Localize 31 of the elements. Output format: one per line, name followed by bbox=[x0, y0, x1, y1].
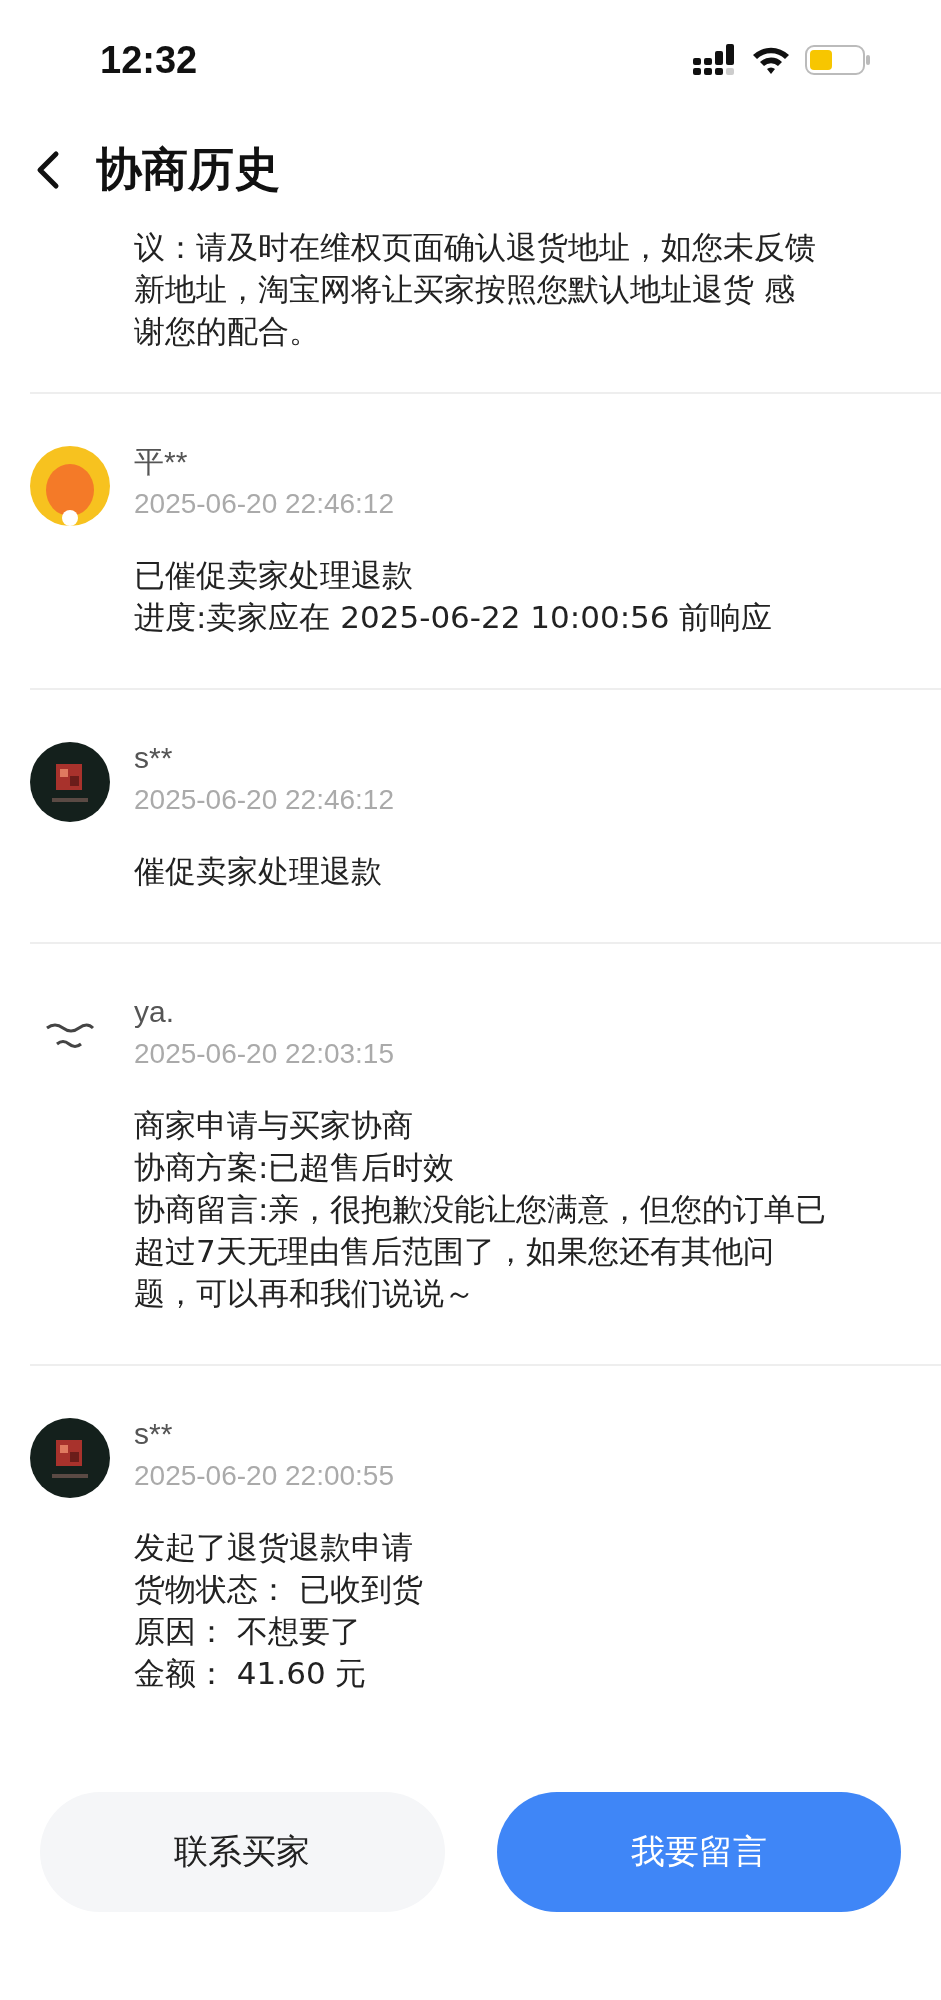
user-name: s** bbox=[134, 1416, 174, 1452]
message-text: 协商方案:已超售后时效 bbox=[134, 1148, 456, 1187]
timestamp: 2025-06-20 22:03:15 bbox=[134, 1037, 395, 1071]
message-text: 已催促卖家处理退款 bbox=[134, 556, 414, 595]
leave-message-button[interactable]: 我要留言 bbox=[496, 1792, 901, 1912]
signal-icon bbox=[693, 44, 737, 76]
message-text: 货物状态： 已收到货 bbox=[134, 1570, 423, 1609]
clock: 12:32 bbox=[100, 38, 198, 82]
back-icon[interactable] bbox=[36, 150, 60, 190]
message-text: 新地址，淘宝网将让买家按照您默认地址退货 感 bbox=[134, 270, 796, 309]
message-text: 金额： 41.60 元 bbox=[134, 1654, 368, 1693]
message-text: 原因： 不想要了 bbox=[134, 1612, 362, 1651]
contact-buyer-button[interactable]: 联系买家 bbox=[40, 1792, 445, 1912]
message-text: 协商留言:亲，很抱歉没能让您满意，但您的订单已 bbox=[134, 1190, 827, 1229]
wifi-icon bbox=[751, 45, 791, 75]
message-text: 超过7天无理由售后范围了，如果您还有其他问 bbox=[134, 1232, 775, 1271]
timestamp: 2025-06-20 22:46:12 bbox=[134, 487, 395, 521]
page-title: 协商历史 bbox=[96, 141, 280, 198]
user-name: s** bbox=[134, 740, 174, 776]
message-text: 商家申请与买家协商 bbox=[134, 1106, 414, 1145]
message-text: 进度:卖家应在 2025-06-22 10:00:56 前响应 bbox=[134, 598, 773, 637]
battery-icon bbox=[805, 44, 871, 76]
user-name: ya. bbox=[134, 994, 176, 1030]
message-text: 谢您的配合。 bbox=[134, 312, 321, 351]
message-text: 发起了退货退款申请 bbox=[134, 1528, 414, 1567]
message-text: 题，可以再和我们说说～ bbox=[134, 1274, 476, 1313]
user-name: 平** bbox=[134, 444, 189, 480]
message-text: 催促卖家处理退款 bbox=[134, 852, 383, 891]
message-text: 议：请及时在维权页面确认退货地址，如您未反馈 bbox=[134, 228, 816, 267]
timestamp: 2025-06-20 22:46:12 bbox=[134, 783, 394, 817]
timestamp: 2025-06-20 22:00:55 bbox=[134, 1459, 395, 1493]
